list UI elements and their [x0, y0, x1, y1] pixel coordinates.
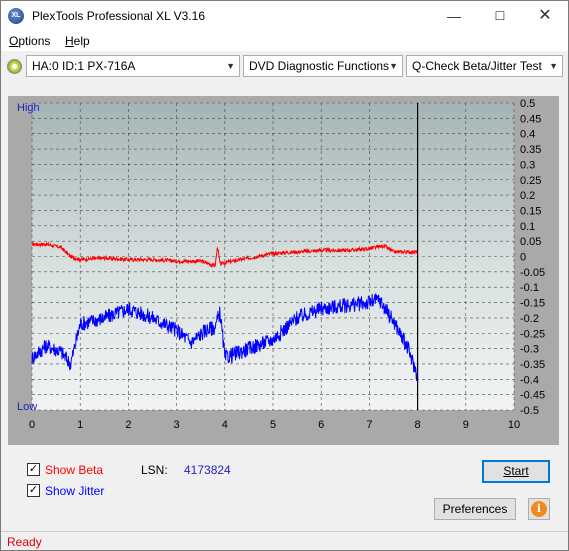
chevron-down-icon: ▼ [389, 61, 398, 71]
x-tick-label: 1 [77, 419, 83, 431]
show-jitter-label[interactable]: Show Jitter [45, 484, 104, 498]
drive-select-value: HA:0 ID:1 PX-716A [32, 59, 136, 73]
x-tick-label: 6 [318, 419, 324, 431]
start-button-label: Start [503, 464, 529, 478]
y-tick-label: -0.4 [520, 374, 539, 386]
y-tick-label: -0.45 [520, 390, 545, 402]
y-tick-label: 0.25 [520, 175, 541, 187]
menu-bar: Options Help [1, 31, 568, 51]
y-tick-label: 0.5 [520, 98, 535, 110]
x-tick-label: 9 [463, 419, 469, 431]
y-tick-label: 0.35 [520, 144, 541, 156]
x-tick-label: 10 [508, 419, 520, 431]
start-button[interactable]: Start [482, 460, 550, 483]
info-button[interactable]: i [528, 498, 550, 520]
disc-drive-icon [7, 59, 22, 74]
y-tick-label: -0.25 [520, 328, 545, 340]
x-tick-label: 4 [222, 419, 228, 431]
function-select-value: DVD Diagnostic Functions [249, 59, 390, 73]
chart-low-label: Low [17, 401, 38, 413]
x-tick-label: 2 [125, 419, 131, 431]
window-title: PlexTools Professional XL V3.16 [32, 9, 205, 23]
y-tick-label: 0.45 [520, 113, 541, 125]
x-tick-label: 3 [174, 419, 180, 431]
y-tick-label: 0.05 [520, 236, 541, 248]
y-tick-label: 0.4 [520, 129, 535, 141]
status-bar: Ready [1, 531, 568, 550]
test-select-value: Q-Check Beta/Jitter Test [412, 59, 542, 73]
title-bar: XL PlexTools Professional XL V3.16 — ☐ ✕ [1, 1, 568, 31]
chart-panel: 0.5 0.45 0.4 0.35 0.3 0.25 0.2 0.15 0.1 0.05 0 -0.0… [8, 96, 559, 445]
maximize-button[interactable]: ☐ [477, 1, 523, 31]
y-tick-label: 0.3 [520, 159, 535, 171]
y-tick-label: 0.1 [520, 221, 535, 233]
chart-high-label: High [17, 102, 40, 114]
preferences-button[interactable]: Preferences [434, 498, 516, 520]
y-tick-label: -0.5 [520, 405, 539, 417]
menu-help[interactable]: Help [65, 34, 90, 48]
y-tick-label: -0.1 [520, 282, 539, 294]
y-tick-label: -0.35 [520, 359, 545, 371]
x-tick-label: 7 [366, 419, 372, 431]
y-tick-label: -0.3 [520, 344, 539, 356]
preferences-button-label: Preferences [442, 502, 508, 516]
show-beta-label[interactable]: Show Beta [45, 463, 103, 477]
lsn-value: 4173824 [184, 463, 231, 477]
y-tick-label: -0.05 [520, 267, 545, 279]
test-select[interactable]: Q-Check Beta/Jitter Test ▼ [406, 55, 563, 77]
info-icon: i [531, 501, 547, 517]
function-select[interactable]: DVD Diagnostic Functions ▼ [243, 55, 403, 77]
y-tick-label: 0.15 [520, 205, 541, 217]
x-tick-label: 0 [29, 419, 35, 431]
drive-select[interactable]: HA:0 ID:1 PX-716A ▼ [26, 55, 240, 77]
show-jitter-checkbox[interactable]: ✓ [27, 484, 40, 497]
lsn-label: LSN: [141, 463, 168, 477]
options-panel: ✓ Show Beta ✓ Show Jitter LSN: 4173824 S… [8, 453, 559, 525]
menu-options[interactable]: Options [9, 34, 50, 48]
app-logo-icon: XL [8, 8, 24, 24]
x-tick-label: 5 [270, 419, 276, 431]
status-text: Ready [7, 535, 42, 549]
close-button[interactable]: ✕ [522, 1, 568, 31]
chevron-down-icon: ▼ [226, 61, 235, 71]
x-tick-label: 8 [415, 419, 421, 431]
y-tick-label: 0 [520, 252, 526, 264]
y-tick-label: -0.2 [520, 313, 539, 325]
show-beta-checkbox[interactable]: ✓ [27, 463, 40, 476]
y-tick-label: -0.15 [520, 298, 545, 310]
minimize-button[interactable]: — [431, 1, 477, 31]
y-tick-label: 0.2 [520, 190, 535, 202]
app-window: XL PlexTools Professional XL V3.16 — ☐ ✕… [0, 0, 569, 551]
beta-jitter-chart: 0.5 0.45 0.4 0.35 0.3 0.25 0.2 0.15 0.1 0.05 0 -0.0… [29, 98, 545, 431]
chevron-down-icon: ▼ [549, 61, 558, 71]
